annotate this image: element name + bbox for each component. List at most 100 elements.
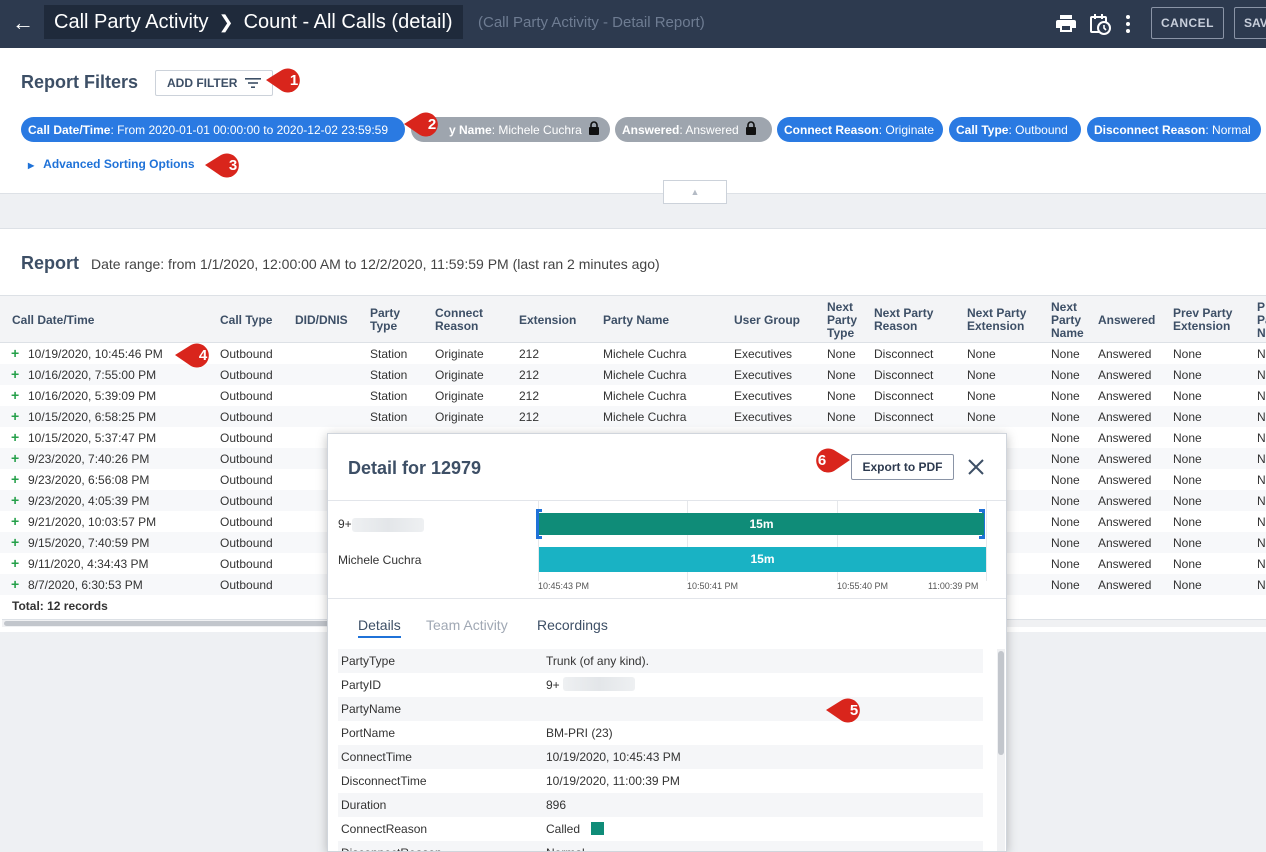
add-filter-button[interactable]: ADD FILTER — [155, 70, 273, 96]
table-cell: Originate — [435, 368, 484, 382]
table-cell: Outbound — [220, 473, 273, 487]
table-cell: None — [1173, 494, 1202, 508]
expand-row-icon[interactable]: + — [11, 409, 19, 423]
column-header[interactable]: Answered — [1098, 314, 1155, 327]
scrollbar-thumb[interactable] — [4, 621, 344, 626]
expand-row-icon[interactable]: + — [11, 514, 19, 528]
detail-row: PartyName — [338, 697, 983, 721]
close-icon[interactable] — [965, 456, 987, 478]
collapse-panel-button[interactable]: ▲ — [663, 180, 727, 204]
detail-row: PortName BM-PRI (23) — [338, 721, 983, 745]
table-cell: None — [1051, 452, 1080, 466]
vertical-scrollbar[interactable] — [997, 649, 1005, 851]
column-header[interactable]: Next Party Name — [1051, 301, 1091, 340]
save-button[interactable]: SAV — [1234, 7, 1266, 39]
table-cell: Michele Cuchra — [603, 347, 687, 361]
table-cell: None — [1051, 494, 1080, 508]
column-header[interactable]: Call Type — [220, 314, 272, 327]
detail-row: PartyType Trunk (of any kind). — [338, 649, 983, 673]
filter-chip-answered[interactable]: Answered: Answered — [615, 117, 772, 142]
cancel-button[interactable]: CANCEL — [1151, 7, 1224, 39]
table-cell: 9/21/2020, 10:03:57 PM — [28, 515, 157, 529]
scrollbar-thumb[interactable] — [998, 651, 1004, 755]
detail-key: ConnectReason — [341, 822, 428, 836]
table-row[interactable]: +10/15/2020, 6:58:25 PM Outbound Station Or… — [0, 406, 1266, 427]
callout-marker: 1 — [266, 66, 310, 96]
chip-value: : Normal — [1205, 122, 1251, 137]
page-title: Call Party Activity ❯ Count - All Calls … — [44, 5, 463, 39]
detail-value: Normal — [546, 846, 585, 851]
table-cell: N — [1257, 515, 1266, 529]
expand-row-icon[interactable]: + — [11, 346, 19, 360]
expand-row-icon[interactable]: + — [11, 577, 19, 591]
tab-details[interactable]: Details — [358, 617, 401, 638]
table-cell: Station — [370, 368, 408, 382]
advanced-sorting-toggle[interactable]: ▶ Advanced Sorting Options — [28, 157, 195, 171]
filter-chip-call-date[interactable]: Call Date/Time: From 2020-01-01 00:00:00… — [21, 117, 405, 142]
expand-row-icon[interactable]: + — [11, 388, 19, 402]
timeline-tick: 11:00:39 PM — [928, 581, 979, 591]
column-header[interactable]: Party Type — [370, 307, 410, 333]
table-cell: 212 — [519, 410, 540, 424]
breadcrumb-report-name: Count - All Calls (detail) — [243, 10, 453, 33]
column-header[interactable]: DID/DNIS — [295, 314, 348, 327]
expand-row-icon[interactable]: + — [11, 430, 19, 444]
timeline-bar-party-2[interactable]: 15m — [539, 547, 986, 572]
table-cell: N — [1257, 536, 1266, 550]
filter-chip-call-type[interactable]: Call Type: Outbound — [949, 117, 1081, 142]
tab-recordings[interactable]: Recordings — [537, 617, 608, 633]
chip-key: Call Date/Time — [28, 122, 111, 137]
print-icon[interactable] — [1054, 12, 1078, 36]
column-header[interactable]: Next Party Reason — [874, 307, 954, 333]
column-header[interactable]: Party Name — [603, 314, 669, 327]
column-header[interactable]: P Pa N — [1257, 301, 1266, 340]
chip-value: : Originate — [878, 122, 935, 137]
table-cell: Originate — [435, 347, 484, 361]
expand-row-icon[interactable]: + — [11, 367, 19, 381]
detail-value: 896 — [546, 798, 567, 812]
expand-row-icon[interactable]: + — [11, 451, 19, 465]
column-header[interactable]: Call Date/Time — [12, 314, 94, 327]
table-row[interactable]: +10/16/2020, 5:39:09 PM Outbound Station Or… — [0, 385, 1266, 406]
timeline-bar-party-1[interactable]: 15m — [539, 513, 984, 535]
column-header[interactable]: Next Party Type — [827, 301, 863, 340]
column-header[interactable]: Connect Reason — [435, 307, 495, 333]
detail-value: Called — [546, 822, 581, 836]
export-pdf-button[interactable]: Export to PDF — [851, 454, 954, 480]
table-cell: Michele Cuchra — [603, 410, 687, 424]
schedule-calendar-icon[interactable] — [1088, 12, 1112, 36]
column-header[interactable]: User Group — [734, 314, 800, 327]
table-cell: Outbound — [220, 515, 273, 529]
party-1-label: 9+ — [338, 517, 352, 531]
table-cell: N — [1257, 578, 1266, 592]
detail-value: BM-PRI (23) — [546, 726, 613, 740]
back-arrow-icon[interactable]: ← — [10, 10, 36, 36]
table-cell: Answered — [1098, 431, 1152, 445]
table-cell: Answered — [1098, 410, 1152, 424]
expand-row-icon[interactable]: + — [11, 472, 19, 486]
tab-team-activity[interactable]: Team Activity — [426, 617, 508, 633]
table-cell: N — [1257, 389, 1266, 403]
callout-number: 3 — [228, 157, 238, 174]
expand-row-icon[interactable]: + — [11, 493, 19, 507]
table-cell: None — [1173, 389, 1202, 403]
table-cell: Outbound — [220, 536, 273, 550]
column-header[interactable]: Next Party Extension — [967, 307, 1041, 333]
column-header[interactable]: Extension — [519, 314, 576, 327]
caret-right-icon: ▶ — [28, 161, 35, 170]
more-vertical-icon[interactable] — [1116, 12, 1140, 36]
callout-number: 4 — [198, 347, 208, 364]
table-cell: Station — [370, 389, 408, 403]
filter-chip-disconnect-reason[interactable]: Disconnect Reason: Normal — [1087, 117, 1261, 142]
timeline-party-1: 9+ — [338, 517, 424, 532]
detail-key: PartyID — [341, 678, 382, 692]
expand-row-icon[interactable]: + — [11, 556, 19, 570]
callout-marker: 4 — [175, 341, 219, 371]
filter-chip-connect-reason[interactable]: Connect Reason: Originate — [777, 117, 943, 142]
expand-row-icon[interactable]: + — [11, 535, 19, 549]
detail-row: DisconnectTime 10/19/2020, 11:00:39 PM — [338, 769, 983, 793]
column-header[interactable]: Prev Party Extension — [1173, 307, 1243, 333]
table-cell: Outbound — [220, 410, 273, 424]
table-cell: 212 — [519, 389, 540, 403]
detail-row: Duration 896 — [338, 793, 983, 817]
